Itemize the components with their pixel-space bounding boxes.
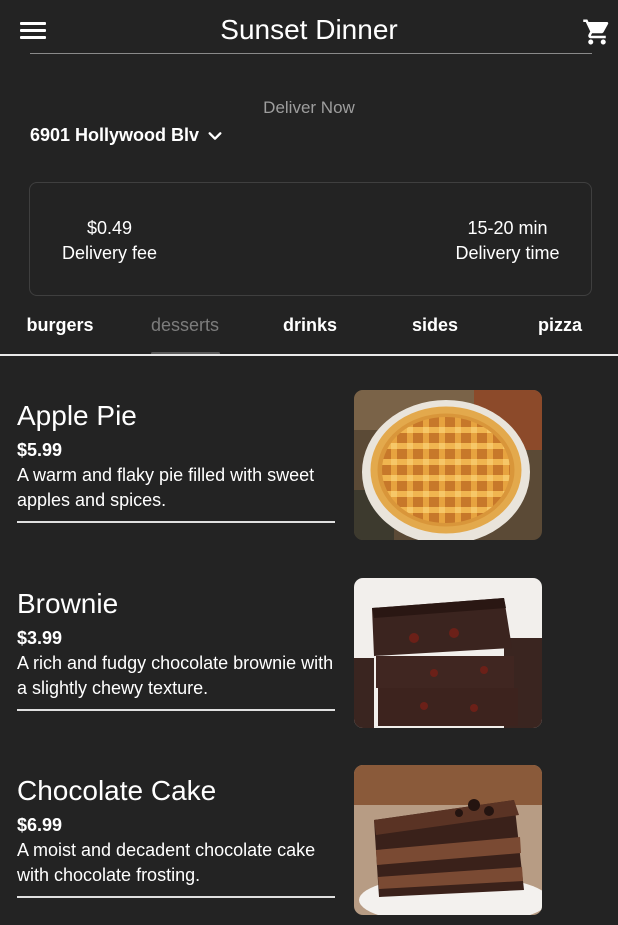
apple-pie-image — [354, 390, 542, 540]
item-description: A moist and decadent chocolate cake with… — [17, 840, 316, 885]
chevron-down-icon — [208, 131, 222, 140]
delivery-fee-label: Delivery fee — [61, 243, 158, 263]
tab-burgers[interactable]: burgers — [0, 315, 120, 336]
menu-item-brownie[interactable]: Brownie $3.99 A rich and fudgy chocolate… — [17, 578, 547, 738]
delivery-time-label: Delivery time — [455, 243, 560, 263]
item-price: $6.99 — [17, 815, 63, 835]
chocolate-cake-image — [354, 765, 542, 915]
page-title: Sunset Dinner — [220, 14, 398, 45]
address-text: 6901 Hollywood Blv — [30, 125, 200, 145]
item-price: $5.99 — [17, 440, 63, 460]
delivery-info-card: $0.49 Delivery fee 15-20 min Delivery ti… — [29, 182, 592, 296]
tab-desserts[interactable]: desserts — [125, 315, 245, 336]
deliver-now-label: Deliver Now — [263, 98, 355, 117]
tab-pizza[interactable]: pizza — [500, 315, 618, 336]
address-selector[interactable]: 6901 Hollywood Blv — [30, 125, 223, 146]
menu-item-chocolate-cake[interactable]: Chocolate Cake $6.99 A moist and decaden… — [17, 765, 547, 925]
tabs-divider — [0, 354, 618, 356]
brownie-image — [354, 578, 542, 728]
delivery-time: 15-20 min Delivery time — [440, 216, 575, 266]
title-divider — [30, 53, 592, 54]
delivery-fee-value: $0.49 — [86, 218, 133, 238]
delivery-time-value: 15-20 min — [467, 218, 548, 238]
item-price: $3.99 — [17, 628, 63, 648]
tab-sides[interactable]: sides — [375, 315, 495, 336]
item-description: A rich and fudgy chocolate brownie with … — [17, 653, 334, 698]
app-bar: Sunset Dinner — [0, 0, 618, 60]
tab-drinks[interactable]: drinks — [250, 315, 370, 336]
item-name: Brownie — [17, 588, 119, 619]
item-divider — [17, 896, 335, 898]
menu-item-apple-pie[interactable]: Apple Pie $5.99 A warm and flaky pie fil… — [17, 390, 547, 550]
item-divider — [17, 521, 335, 523]
item-name: Apple Pie — [17, 400, 137, 431]
delivery-fee: $0.49 Delivery fee — [52, 216, 167, 266]
cart-icon[interactable] — [582, 17, 612, 47]
category-tabs: burgers desserts drinks sides pizza — [0, 300, 618, 355]
item-name: Chocolate Cake — [17, 775, 217, 806]
item-description: A warm and flaky pie filled with sweet a… — [17, 465, 315, 510]
item-divider — [17, 709, 335, 711]
